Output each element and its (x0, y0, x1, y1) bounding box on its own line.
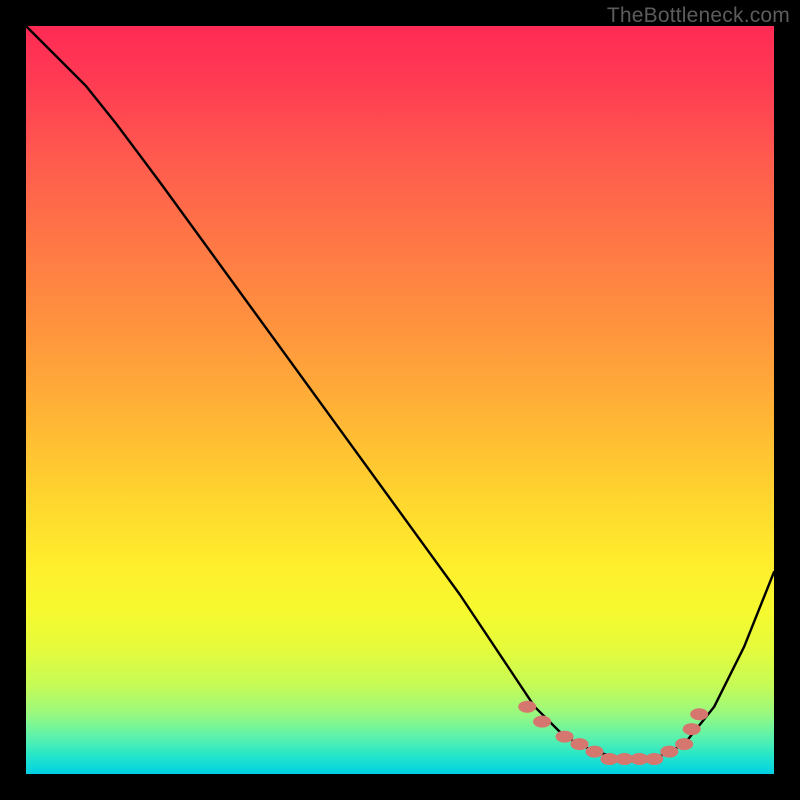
curve-line (26, 26, 774, 759)
marker-dot (660, 746, 678, 758)
marker-dot (571, 738, 589, 750)
marker-dot (586, 746, 604, 758)
watermark-text: TheBottleneck.com (607, 4, 790, 28)
marker-dot (645, 753, 663, 765)
marker-dot (690, 708, 708, 720)
optimal-zone-markers (518, 701, 708, 765)
marker-dot (683, 723, 701, 735)
plot-area (26, 26, 774, 774)
chart-svg (26, 26, 774, 774)
marker-dot (518, 701, 536, 713)
marker-dot (533, 716, 551, 728)
marker-dot (675, 738, 693, 750)
chart-frame: TheBottleneck.com (0, 0, 800, 800)
marker-dot (556, 731, 574, 743)
